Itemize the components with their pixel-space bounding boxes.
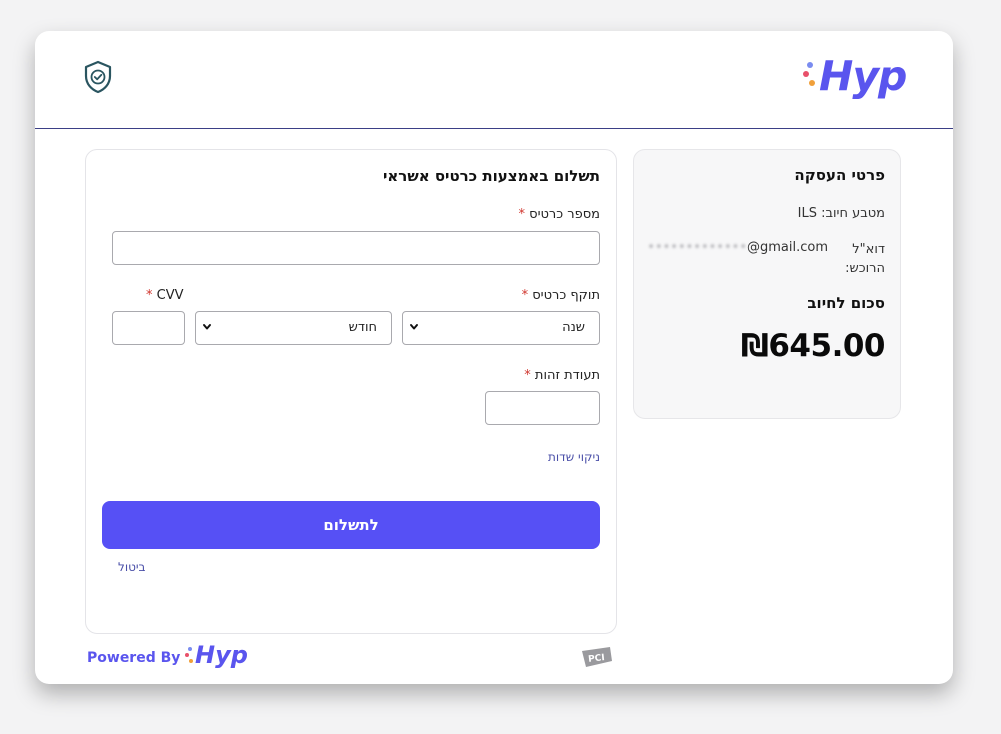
cvv-label: * CVV [146,288,184,303]
id-label: תעודת זהות * [524,368,600,383]
card-number-label: מספר כרטיס * [518,207,600,222]
email-label: דוא"ל הרוכש: [845,242,885,276]
form-title: תשלום באמצעות כרטיס אשראי [382,167,600,185]
year-value: שנה [562,320,585,335]
cancel-link[interactable]: ביטול [118,560,146,574]
payment-card: Hyp פרטי העסקה מטבע חיוב: ILS דוא"ל הרוכ… [35,31,953,684]
required-mark: * [518,207,526,222]
shield-check-icon [84,60,112,94]
month-value: חודש [348,320,377,335]
expiry-label: תוקף כרטיס * [521,288,600,303]
card-number-input[interactable] [112,231,600,265]
logo-dots [803,62,819,92]
id-number-input[interactable] [485,391,600,425]
required-mark: * [521,288,529,303]
summary-title: פרטי העסקה [794,166,885,184]
email-domain: @gmail.com [746,240,828,255]
credit-card-form: תשלום באמצעות כרטיס אשראי מספר כרטיס * ת… [85,149,617,634]
expiry-month-select[interactable]: חודש [195,311,392,345]
email-value: •••••••••••••@gmail.com [647,240,828,255]
expiry-year-select[interactable]: שנה [402,311,600,345]
chevron-down-icon [410,324,418,330]
cvv-input[interactable] [112,311,185,345]
chevron-down-icon [203,324,211,330]
amount-label: סכום לחיוב [807,294,885,312]
hyp-logo: Hyp [803,52,907,104]
required-mark: * [146,288,153,303]
powered-by-text: Powered By [87,650,181,666]
hyp-logo-small: Hyp [185,641,255,671]
pci-badge-text: PCI [588,653,606,665]
transaction-summary: פרטי העסקה מטבע חיוב: ILS דוא"ל הרוכש: •… [633,149,901,419]
pay-button[interactable]: לתשלום [102,501,600,549]
clear-fields-link[interactable]: ניקוי שדות [548,450,600,464]
small-logo-text: Hyp [195,641,248,669]
logo-text: Hyp [819,52,907,100]
header: Hyp [35,31,953,129]
pci-badge-icon: PCI [582,647,612,667]
required-mark: * [524,368,531,383]
email-masked: ••••••••••••• [647,240,747,255]
amount-value: ₪645.00 [740,328,886,364]
currency-row: מטבע חיוב: ILS [797,206,885,221]
